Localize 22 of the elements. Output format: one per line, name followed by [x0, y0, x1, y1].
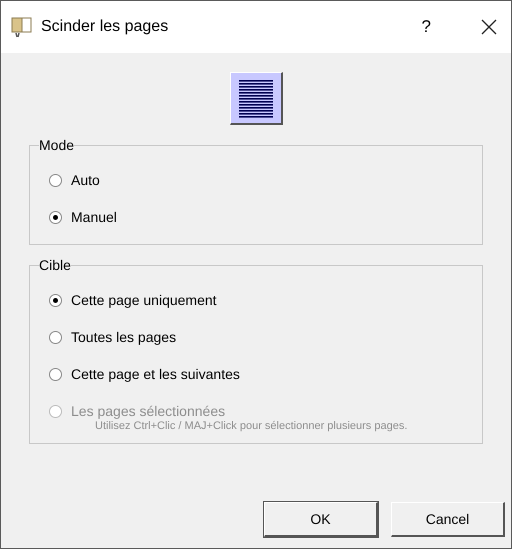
lines-icon — [238, 78, 272, 118]
hint-text: Utilisez Ctrl+Clic / MAJ+Click pour sélectionner plusieurs pages. — [95, 419, 408, 434]
option-label: Auto — [71, 171, 100, 190]
dialog-button[interactable]: Cancel — [391, 502, 505, 537]
group-title: Cible — [39, 256, 71, 275]
radio-button[interactable] — [49, 174, 62, 187]
help-button[interactable]: ? — [422, 14, 431, 40]
option-label: Cette page uniquement — [71, 291, 217, 310]
radio-button[interactable] — [49, 368, 62, 381]
radio-button[interactable] — [49, 331, 62, 344]
option-label: Les pages sélectionnées — [71, 402, 226, 421]
split-mode-button[interactable] — [230, 72, 282, 125]
app-icon — [11, 16, 33, 38]
dialog-button[interactable]: OK — [264, 502, 378, 537]
radio-button[interactable] — [49, 294, 62, 307]
option-label: Manuel — [71, 208, 117, 227]
close-icon[interactable] — [481, 19, 497, 35]
option-label: Toutes les pages — [71, 328, 176, 347]
window-title: Scinder les pages — [41, 17, 168, 37]
radio-button[interactable] — [49, 211, 62, 224]
option-label: Cette page et les suivantes — [71, 365, 240, 384]
group-title: Mode — [39, 136, 74, 155]
